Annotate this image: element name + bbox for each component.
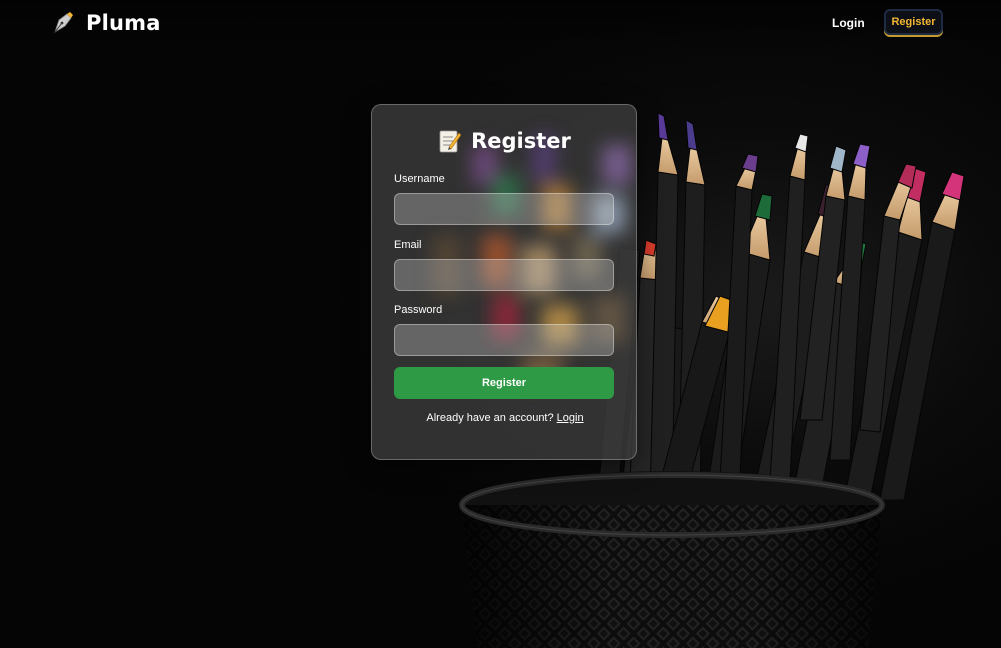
login-link[interactable]: Login <box>557 412 584 424</box>
top-nav: Pluma Login Register <box>0 0 1001 48</box>
register-form: Register Username Email Password Registe… <box>372 105 636 459</box>
email-label: Email <box>394 239 422 251</box>
username-input[interactable] <box>394 193 614 225</box>
nav-login-link[interactable]: Login <box>832 16 865 30</box>
memo-icon <box>439 129 462 153</box>
form-title: Register <box>471 129 571 153</box>
login-prompt-text: Already have an account? <box>426 412 554 424</box>
register-submit-button[interactable]: Register <box>394 367 614 399</box>
brand-link[interactable]: Pluma <box>52 11 161 35</box>
login-prompt: Already have an account? Login <box>372 412 636 424</box>
brand-name: Pluma <box>86 11 161 35</box>
password-input[interactable] <box>394 324 614 356</box>
form-heading: Register <box>372 129 636 153</box>
register-card: Register Username Email Password Registe… <box>371 104 637 460</box>
page: Pluma Login Register Register Username E… <box>0 0 1001 648</box>
nav-register-button[interactable]: Register <box>884 9 943 35</box>
password-label: Password <box>394 304 443 316</box>
fountain-pen-icon <box>52 11 74 35</box>
username-label: Username <box>394 173 445 185</box>
email-input[interactable] <box>394 259 614 291</box>
